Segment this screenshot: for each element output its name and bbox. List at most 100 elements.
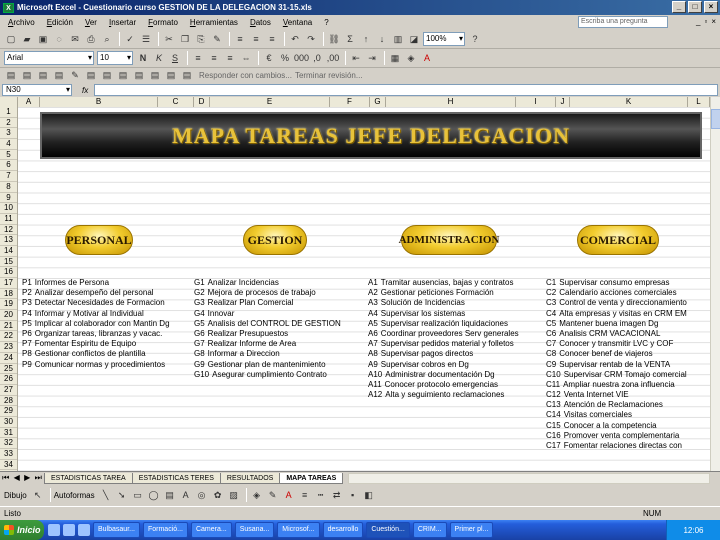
line-style-icon[interactable]: ≡ [298, 488, 312, 502]
row-header[interactable]: 11 [0, 214, 17, 225]
row-header[interactable]: 25 [0, 364, 17, 375]
col-header[interactable]: J [556, 97, 570, 107]
print-icon[interactable]: ⎙ [84, 32, 98, 46]
col-header[interactable]: G [370, 97, 386, 107]
row-header[interactable]: 30 [0, 417, 17, 428]
task-item[interactable]: P1 Informes de Persona [22, 278, 194, 288]
review-icon-11[interactable]: ▤ [180, 68, 194, 82]
menu-datos[interactable]: Datos [244, 18, 277, 27]
quicklaunch-icon-1[interactable] [48, 524, 60, 536]
row-header[interactable]: 13 [0, 235, 17, 246]
col-header[interactable]: A [18, 97, 40, 107]
comment-icon[interactable]: ✎ [68, 68, 82, 82]
task-item[interactable]: C14 Visitas comerciales [546, 410, 710, 420]
row-header[interactable]: 5 [0, 150, 17, 161]
research-icon[interactable]: ☰ [139, 32, 153, 46]
row-header[interactable]: 24 [0, 353, 17, 364]
task-item[interactable]: C10 Supervisar CRM Tomajo comercial [546, 370, 710, 380]
shadow-icon[interactable]: ▪ [346, 488, 360, 502]
print-preview-icon[interactable]: ⌕ [100, 32, 114, 46]
col-header[interactable]: I [516, 97, 556, 107]
col-header[interactable]: B [40, 97, 158, 107]
row-header[interactable]: 8 [0, 182, 17, 193]
font-color-icon-2[interactable]: A [282, 488, 296, 502]
task-item[interactable]: P5 Implicar al colaborador con Mantin Dg [22, 319, 194, 329]
row-header[interactable]: 29 [0, 406, 17, 417]
row-header[interactable]: 32 [0, 438, 17, 449]
oval-icon[interactable]: ◯ [147, 488, 161, 502]
row-header[interactable]: 18 [0, 289, 17, 300]
task-item[interactable]: G9 Gestionar plan de mantenimiento [194, 360, 364, 370]
copy-icon[interactable]: ❐ [178, 32, 192, 46]
task-item[interactable]: P9 Comunicar normas y procedimientos [22, 360, 194, 370]
task-item[interactable]: C15 Conocer a la competencia [546, 421, 710, 431]
task-item[interactable]: A4 Supervisar los sistemas [368, 309, 546, 319]
task-item[interactable]: C8 Conocer benef de viajeros [546, 349, 710, 359]
line-icon[interactable]: ╲ [99, 488, 113, 502]
currency-icon[interactable]: € [262, 51, 276, 65]
wordart-icon[interactable]: A [179, 488, 193, 502]
row-header[interactable]: 9 [0, 193, 17, 204]
name-box[interactable]: N30 [2, 84, 72, 96]
help-search-input[interactable]: Escriba una pregunta [578, 16, 668, 28]
review-icon-5[interactable]: ▤ [84, 68, 98, 82]
picture-icon[interactable]: ▨ [227, 488, 241, 502]
row-header[interactable]: 12 [0, 225, 17, 236]
menu-ayuda[interactable]: ? [318, 18, 334, 27]
task-item[interactable]: G1 Analizar Incidencias [194, 278, 364, 288]
task-item[interactable]: A7 Supervisar pedidos material y folletos [368, 339, 546, 349]
align-left-icon[interactable]: ≡ [233, 32, 247, 46]
col-header[interactable]: E [210, 97, 330, 107]
increase-decimal-icon[interactable]: ,0 [310, 51, 324, 65]
merge-center-icon[interactable]: ⇔ [239, 51, 253, 65]
taskbar-window-button[interactable]: Camera... [190, 522, 232, 538]
task-item[interactable]: C7 Conocer y transmitir LVC y COF [546, 339, 710, 349]
menu-edicion[interactable]: Edición [41, 18, 79, 27]
row-header[interactable]: 26 [0, 374, 17, 385]
row-header[interactable]: 28 [0, 396, 17, 407]
formula-input[interactable] [94, 84, 718, 96]
diagram-icon[interactable]: ◎ [195, 488, 209, 502]
horizontal-scrollbar[interactable] [348, 472, 710, 484]
percent-icon[interactable]: % [278, 51, 292, 65]
sort-desc-icon[interactable]: ↓ [375, 32, 389, 46]
menu-herramientas[interactable]: Herramientas [184, 18, 244, 27]
minimize-icon[interactable]: _ [672, 1, 686, 13]
menu-insertar[interactable]: Insertar [103, 18, 142, 27]
quicklaunch-icon-3[interactable] [78, 524, 90, 536]
align-left-icon-2[interactable]: ≡ [191, 51, 205, 65]
task-item[interactable]: G7 Realizar Informe de Area [194, 339, 364, 349]
task-item[interactable]: P8 Gestionar conflictos de plantilla [22, 349, 194, 359]
select-objects-icon[interactable]: ↖ [31, 488, 45, 502]
task-item[interactable]: C11 Ampliar nuestra zona influencia [546, 380, 710, 390]
task-item[interactable]: C13 Atención de Reclamaciones [546, 400, 710, 410]
row-header[interactable]: 16 [0, 267, 17, 278]
taskbar-window-button[interactable]: desarrollo [322, 522, 364, 538]
increase-indent-icon[interactable]: ⇥ [365, 51, 379, 65]
row-header[interactable]: 2 [0, 118, 17, 129]
row-header[interactable]: 3 [0, 128, 17, 140]
review-icon-3[interactable]: ▤ [36, 68, 50, 82]
decrease-indent-icon[interactable]: ⇤ [349, 51, 363, 65]
email-icon[interactable]: ✉ [68, 32, 82, 46]
row-header[interactable]: 20 [0, 310, 17, 321]
spelling-icon[interactable]: ✓ [123, 32, 137, 46]
arrow-style-icon[interactable]: ⇄ [330, 488, 344, 502]
reply-with-changes-button[interactable]: Responder con cambios... [199, 71, 292, 80]
select-all-corner[interactable] [0, 97, 18, 107]
clipart-icon[interactable]: ✿ [211, 488, 225, 502]
category-personal-button[interactable]: PERSONAL [65, 225, 133, 255]
row-header[interactable]: 4 [0, 139, 17, 150]
dash-style-icon[interactable]: ┅ [314, 488, 328, 502]
tab-estadisticas-teres[interactable]: ESTADISTICAS TERES [131, 472, 221, 484]
row-header[interactable]: 27 [0, 385, 17, 396]
task-item[interactable]: C16 Promover venta complementaria [546, 431, 710, 441]
review-icon-10[interactable]: ▤ [164, 68, 178, 82]
taskbar-window-button[interactable]: Microsof... [277, 522, 320, 538]
task-item[interactable]: A3 Solución de Incidencias [368, 298, 546, 308]
paste-icon[interactable]: ⎘ [194, 32, 208, 46]
new-icon[interactable]: ▢ [4, 32, 18, 46]
menu-archivo[interactable]: Archivo [2, 18, 41, 27]
task-item[interactable]: C5 Mantener buena imagen Dg [546, 319, 710, 329]
task-item[interactable]: A6 Coordinar proveedores Serv generales [368, 329, 546, 339]
